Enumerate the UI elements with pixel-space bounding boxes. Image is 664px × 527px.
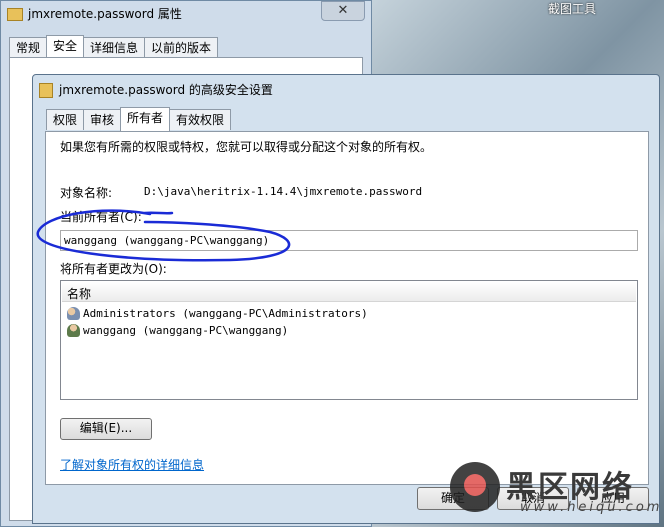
change-owner-label: 将所有者更改为(O): bbox=[60, 262, 167, 276]
tab-owner[interactable]: 所有者 bbox=[120, 107, 171, 131]
screenshot-tool-label: 截图工具 bbox=[548, 2, 597, 16]
current-owner-value: wanggang (wanggang-PC\wanggang) bbox=[64, 234, 270, 247]
object-name-label: 对象名称: bbox=[60, 186, 113, 200]
learn-more-link[interactable]: 了解对象所有权的详细信息 bbox=[60, 456, 204, 473]
owner-panel: 如果您有所需的权限或特权，您就可以取得或分配这个对象的所有权。 对象名称: D:… bbox=[45, 131, 649, 485]
list-item[interactable]: Administrators (wanggang-PC\Administrato… bbox=[67, 305, 368, 321]
user-icon bbox=[67, 324, 80, 337]
tab-permissions[interactable]: 权限 bbox=[46, 109, 85, 130]
properties-window-title: jmxremote.password 属性 bbox=[7, 3, 367, 25]
tab-effective-permissions[interactable]: 有效权限 bbox=[169, 109, 232, 130]
tab-security[interactable]: 安全 bbox=[46, 35, 85, 59]
list-item[interactable]: wanggang (wanggang-PC\wanggang) bbox=[67, 322, 288, 338]
list-header[interactable]: 名称 bbox=[62, 282, 636, 302]
owner-listbox[interactable]: 名称 Administrators (wanggang-PC\Administr… bbox=[60, 280, 638, 400]
watermark-url: www.heiqu.com bbox=[520, 500, 663, 515]
watermark: 黑区网络 www.heiqu.com bbox=[450, 462, 664, 527]
file-icon bbox=[7, 8, 23, 21]
user-group-icon bbox=[67, 307, 80, 320]
tab-previous-versions[interactable]: 以前的版本 bbox=[144, 37, 219, 58]
edit-button[interactable]: 编辑(E)... bbox=[60, 418, 152, 440]
object-name-value: D:\java\heritrix-1.14.4\jmxremote.passwo… bbox=[144, 185, 423, 198]
watermark-logo-icon bbox=[450, 462, 500, 512]
advanced-security-dialog: jmxremote.password 的高级安全设置 权限 审核 所有者 有效权限 如… bbox=[32, 74, 660, 524]
tab-auditing[interactable]: 审核 bbox=[83, 109, 122, 130]
close-button[interactable]: ✕ bbox=[321, 1, 365, 21]
owner-description: 如果您有所需的权限或特权，您就可以取得或分配这个对象的所有权。 bbox=[60, 140, 433, 154]
current-owner-field[interactable]: wanggang (wanggang-PC\wanggang) bbox=[60, 230, 638, 251]
dialog-title: jmxremote.password 的高级安全设置 bbox=[39, 79, 273, 101]
current-owner-label: 当前所有者(C): bbox=[60, 210, 142, 224]
file-icon bbox=[39, 83, 53, 98]
dialog-tabs: 权限 审核 所有者 有效权限 bbox=[46, 107, 232, 133]
tab-details[interactable]: 详细信息 bbox=[83, 37, 146, 58]
tab-general[interactable]: 常规 bbox=[9, 37, 48, 58]
